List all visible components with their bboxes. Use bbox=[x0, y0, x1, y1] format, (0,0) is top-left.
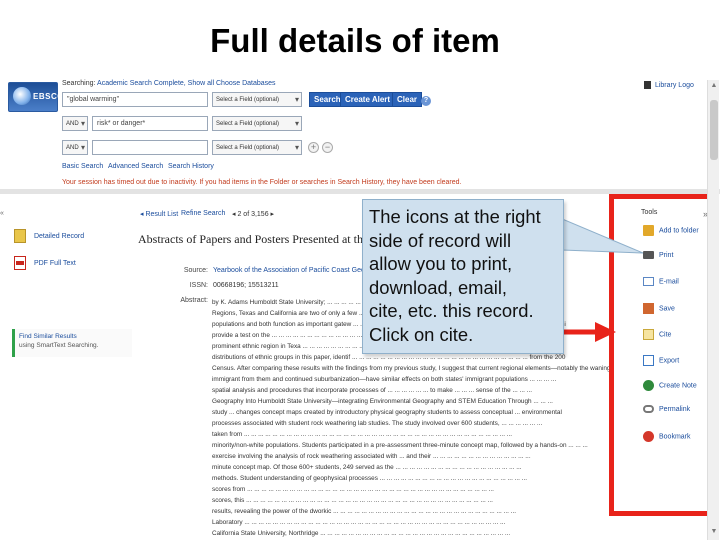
slide-title: Full details of item bbox=[210, 22, 500, 59]
search-input-2[interactable]: risk* or danger* bbox=[92, 116, 208, 131]
abstract-line: Geography Into Humboldt State University… bbox=[212, 398, 553, 405]
abstract-line: scores from ... ... ... ... ... ... ... … bbox=[212, 486, 494, 493]
source-value[interactable]: Yearbook of the Association of Pacific C… bbox=[213, 267, 369, 274]
detailed-record-link[interactable]: Detailed Record bbox=[14, 229, 84, 243]
logo-text: EBSCO bbox=[33, 92, 64, 101]
searching-db[interactable]: Academic Search Complete, Show all bbox=[97, 80, 214, 87]
record-pager[interactable]: ◂ 2 of 3,156 ▸ bbox=[232, 210, 274, 218]
print-icon bbox=[643, 251, 654, 259]
folder-add-icon bbox=[643, 225, 654, 236]
ebsco-logo[interactable]: EBSCO bbox=[8, 82, 63, 112]
tool-cite[interactable]: Cite bbox=[643, 329, 671, 340]
advanced-search-link[interactable]: Advanced Search bbox=[108, 163, 163, 170]
vertical-scrollbar[interactable]: ▲ ▼ bbox=[707, 80, 719, 540]
record-title: Abstracts of Papers and Posters Presente… bbox=[138, 232, 369, 246]
choose-databases-link[interactable]: Choose Databases bbox=[216, 80, 276, 87]
find-similar-title: Find Similar Results bbox=[19, 333, 77, 340]
abstract-line: study ... changes concept maps created b… bbox=[212, 409, 562, 416]
scroll-thumb[interactable] bbox=[710, 100, 718, 160]
abstract-line: spatial analysis and procedures that inc… bbox=[212, 387, 533, 394]
find-similar-box[interactable]: Find Similar Results using SmartText Sea… bbox=[12, 329, 132, 357]
abstract-line: minute concept map. Of those 600+ studen… bbox=[212, 464, 522, 471]
issn-label: ISSN: bbox=[189, 282, 208, 289]
abstract-line: minority/non-white populations. Students… bbox=[212, 442, 588, 449]
cite-icon bbox=[643, 329, 654, 340]
abstract-line: processes associated with student rock w… bbox=[212, 420, 543, 427]
tool-print[interactable]: Print bbox=[643, 251, 673, 259]
abstract-line: exercise involving the analysis of rock … bbox=[212, 453, 531, 460]
search-input-3[interactable] bbox=[92, 140, 208, 155]
tool-add-to-folder[interactable]: Add to folder bbox=[643, 225, 699, 236]
bool-select-3[interactable]: AND bbox=[62, 140, 88, 155]
abstract-label: Abstract: bbox=[180, 297, 208, 304]
callout-line: allow you to print, bbox=[369, 253, 513, 274]
callout-line: cite, etc. this record. bbox=[369, 300, 534, 321]
tool-save[interactable]: Save bbox=[643, 303, 675, 314]
tool-permalink[interactable]: Permalink bbox=[643, 405, 690, 413]
abstract-line: immigrant from them and continued suburb… bbox=[212, 376, 557, 383]
tool-export[interactable]: Export bbox=[643, 355, 679, 366]
abstract-line: Census. After comparing these results wi… bbox=[212, 365, 612, 372]
bool-select-2[interactable]: AND bbox=[62, 116, 88, 131]
abstract-line: results, revealing the power of the dwor… bbox=[212, 508, 517, 515]
basic-search-link[interactable]: Basic Search bbox=[62, 163, 103, 170]
collapse-left-icon[interactable]: « bbox=[0, 210, 4, 217]
pdf-full-text-link[interactable]: PDF Full Text bbox=[14, 256, 76, 270]
remove-row-icon[interactable]: − bbox=[322, 142, 333, 153]
result-list-link[interactable]: ◂ Result List bbox=[140, 210, 178, 218]
save-icon bbox=[643, 303, 654, 314]
add-row-icon[interactable]: + bbox=[308, 142, 319, 153]
library-icon bbox=[644, 81, 651, 89]
searching-label: Searching: Academic Search Complete, Sho… bbox=[62, 80, 215, 87]
scroll-down-icon[interactable]: ▼ bbox=[708, 528, 720, 538]
callout-line: The icons at the right bbox=[369, 206, 541, 227]
abstract-line: Laboratory ... ... ... ... ... ... ... .… bbox=[212, 519, 506, 526]
tool-bookmark[interactable]: Bookmark bbox=[643, 431, 691, 442]
create-alert-button[interactable]: Create Alert bbox=[340, 92, 396, 107]
field-select-1[interactable]: Select a Field (optional) bbox=[212, 92, 302, 107]
tools-title: Tools bbox=[641, 209, 658, 216]
link-icon bbox=[643, 405, 654, 413]
search-input-1[interactable]: "global warming" bbox=[62, 92, 208, 107]
issn-value: 00668196; 15513211 bbox=[213, 282, 279, 289]
globe-icon bbox=[13, 87, 31, 105]
source-label: Source: bbox=[183, 267, 208, 274]
library-logo: Library Logo bbox=[644, 81, 694, 89]
tip-callout: The icons at the right side of record wi… bbox=[362, 199, 564, 354]
ebsco-screenshot: EBSCO Searching: Academic Search Complet… bbox=[0, 72, 720, 540]
tool-create-note[interactable]: Create Note bbox=[643, 380, 697, 391]
detailed-record-icon bbox=[14, 229, 26, 243]
bookmark-icon bbox=[643, 431, 654, 442]
callout-line: side of record will bbox=[369, 229, 512, 251]
refine-search-link[interactable]: Refine Search bbox=[181, 210, 225, 217]
help-icon[interactable]: ? bbox=[421, 96, 431, 106]
clear-button[interactable]: Clear bbox=[392, 92, 423, 107]
timeout-warning: Your session has timed out due to inacti… bbox=[62, 179, 462, 186]
abstract-line: methods. Student understanding of geophy… bbox=[212, 475, 528, 482]
find-similar-sub: using SmartText Searching. bbox=[19, 342, 99, 349]
note-icon bbox=[643, 380, 654, 391]
abstract-line: scores, this ... ... ... ... ... ... ...… bbox=[212, 497, 493, 504]
callout-line: Click on cite. bbox=[369, 323, 474, 345]
scroll-up-icon[interactable]: ▲ bbox=[708, 82, 720, 92]
field-select-3[interactable]: Select a Field (optional) bbox=[212, 140, 302, 155]
abstract-line: taken from ... ... ... ... ... ... ... .… bbox=[212, 431, 513, 438]
abstract-line: California State University, Northridge … bbox=[212, 530, 511, 537]
export-icon bbox=[643, 355, 654, 366]
tool-email[interactable]: E-mail bbox=[643, 277, 679, 286]
search-history-link[interactable]: Search History bbox=[168, 163, 214, 170]
field-select-2[interactable]: Select a Field (optional) bbox=[212, 116, 302, 131]
email-icon bbox=[643, 277, 654, 286]
callout-line: download, email, bbox=[369, 276, 508, 298]
pdf-icon bbox=[14, 256, 26, 270]
